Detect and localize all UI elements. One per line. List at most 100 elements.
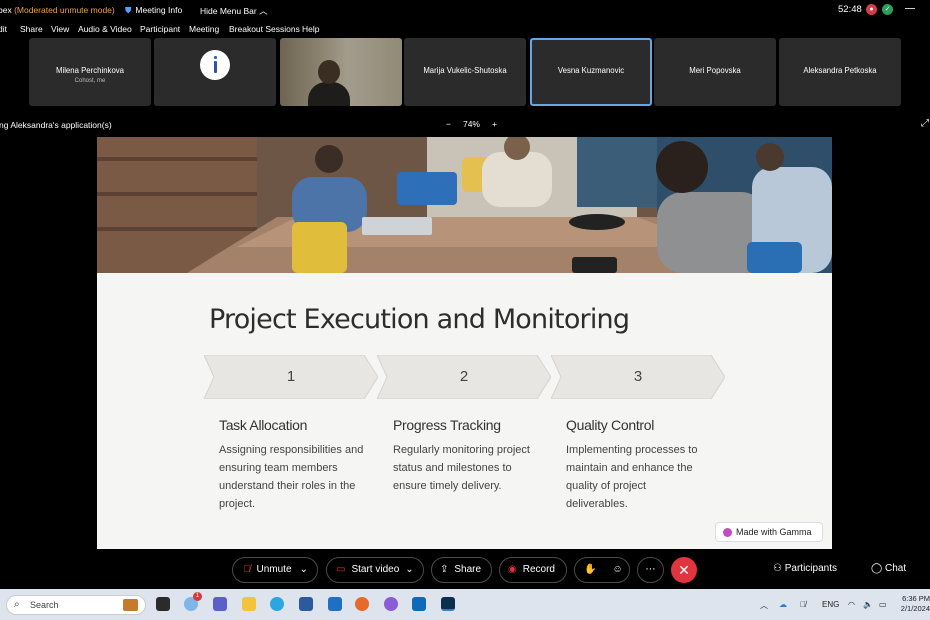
raise-hand-reactions-group: ✋ ☺ (574, 557, 630, 583)
participant-tile[interactable]: Aleksandra Petkoska (779, 38, 901, 106)
participant-role: Cohost, me (74, 78, 106, 84)
participant-tile[interactable]: Marija Vukelic-Shutoska (404, 38, 526, 106)
battery-icon[interactable]: ▭ (879, 600, 887, 609)
app-title: bex (Moderated unmute mode) (0, 5, 115, 15)
zoom-control: − 74% + (440, 119, 503, 129)
language-indicator[interactable]: ENG (822, 600, 839, 609)
mic-muted-tray-icon[interactable]: 🎙̸ (800, 600, 806, 609)
participant-tile[interactable]: Milena Perchinkova Cohost, me (29, 38, 151, 106)
mode-label: (Moderated unmute mode) (14, 5, 115, 15)
participant-video-head (318, 60, 340, 84)
zoom-level: 74% (462, 119, 480, 129)
share-status-bar: ng Aleksandra's application(s) − 74% + ⤢ (0, 118, 930, 132)
copilot-icon[interactable] (384, 597, 398, 611)
participant-tile-active-speaker[interactable]: Vesna Kuzmanovic (530, 38, 652, 106)
taskbar-search[interactable]: ⌕ Search (6, 595, 146, 615)
remote-desktop-icon[interactable] (412, 597, 426, 611)
chat-label: Chat (884, 563, 907, 574)
recording-status-icon[interactable]: ● (866, 4, 877, 15)
windows-taskbar: ⌕ Search 1 ︿ ☁ 🎙̸ ENG ◠ 🔈 ▭ 6:36 PM 2/1/20… (0, 589, 930, 620)
more-icon: ⋯ (645, 564, 656, 575)
video-off-icon: ▭ (336, 564, 346, 575)
made-with-gamma-badge[interactable]: Made with Gamma (715, 522, 823, 542)
step-description: Implementing processes to maintain and e… (566, 444, 698, 510)
search-icon: ⌕ (14, 599, 20, 610)
meeting-photo (97, 137, 832, 273)
menu-view[interactable]: View (51, 24, 69, 34)
zoom-out-button[interactable]: − (446, 119, 451, 129)
chevron-up-icon[interactable]: ︿ (760, 600, 768, 611)
step-description: Assigning responsibilities and ensuring … (219, 444, 364, 510)
briefcase-icon (123, 599, 138, 611)
record-icon: ◉ (508, 564, 517, 575)
participant-tile[interactable]: Meri Popovska (654, 38, 776, 106)
menu-share[interactable]: Share (20, 24, 43, 34)
menu-audio-video[interactable]: Audio & Video (78, 24, 132, 34)
meeting-timer: 52:48 (838, 4, 862, 15)
clock-date: 2/1/2024 (900, 604, 930, 613)
participants-icon: ⚇ (773, 563, 782, 574)
meeting-info-button[interactable]: ⛊ Meeting Info (125, 5, 182, 16)
unmute-button[interactable]: 🎙̸ Unmute ⌄ (232, 557, 318, 583)
step-title: Progress Tracking (393, 417, 501, 433)
volume-icon[interactable]: 🔈 (863, 600, 873, 609)
share-button[interactable]: ⇪ Share (431, 557, 492, 583)
step-chevron: 2 (377, 355, 551, 399)
participants-label: Participants (784, 563, 837, 574)
reactions-icon[interactable]: ☺ (612, 564, 622, 575)
onedrive-icon[interactable]: ☁ (779, 600, 787, 609)
store-icon[interactable] (299, 597, 313, 611)
hide-menu-bar-button[interactable]: Hide Menu Bar ︿ (200, 5, 268, 17)
chat-button[interactable]: ◯ Chat (871, 563, 906, 574)
gamma-logo-icon (723, 528, 732, 537)
raise-hand-icon[interactable]: ✋ (584, 564, 596, 575)
connection-status-icon[interactable]: ✓ (882, 4, 893, 15)
participant-video-tile[interactable] (280, 38, 402, 106)
zoom-in-button[interactable]: + (492, 119, 497, 129)
badge-label: Made with Gamma (736, 527, 812, 537)
menu-help[interactable]: Help (302, 24, 319, 34)
teams-chat-icon[interactable] (213, 597, 227, 611)
participant-name: Marija Vukelic-Shutoska (423, 66, 507, 75)
step-chevron: 3 (551, 355, 725, 399)
menu-participant[interactable]: Participant (140, 24, 180, 34)
menu-meeting[interactable]: Meeting (189, 24, 219, 34)
info-avatar-icon (200, 50, 230, 80)
participant-name: Milena Perchinkova (55, 66, 125, 75)
participant-name: Vesna Kuzmanovic (557, 66, 625, 75)
participant-tile[interactable] (154, 38, 276, 106)
notification-badge: 1 (193, 592, 202, 601)
participants-button[interactable]: ⚇ Participants (773, 563, 837, 574)
chevron-down-icon[interactable]: ⌄ (405, 564, 413, 575)
menu-edit[interactable]: dit (0, 24, 7, 34)
weather-widget-icon[interactable]: 1 (184, 592, 202, 611)
hangup-icon: ✕ (678, 562, 690, 578)
clock-time: 6:36 PM (902, 594, 930, 603)
chevron-down-icon[interactable]: ⌄ (300, 564, 308, 575)
webex-app-icon[interactable] (441, 597, 455, 611)
record-button[interactable]: ◉ Record (499, 557, 567, 583)
leave-meeting-button[interactable]: ✕ (671, 557, 697, 583)
system-clock[interactable]: 6:36 PM 2/1/2024 (900, 594, 930, 614)
more-options-button[interactable]: ⋯ (637, 557, 664, 583)
step-number: 1 (286, 368, 296, 385)
chat-icon: ◯ (871, 563, 883, 574)
expand-icon[interactable]: ⤢ (921, 118, 929, 129)
firefox-icon[interactable] (355, 597, 369, 611)
step-chevron: 1 (204, 355, 378, 399)
menu-breakout-sessions[interactable]: Breakout Sessions (229, 24, 300, 34)
step-description: Regularly monitoring project status and … (393, 444, 530, 492)
record-label: Record (522, 564, 555, 575)
outlook-icon[interactable] (328, 597, 342, 611)
unmute-label: Unmute (256, 564, 292, 575)
minimize-button[interactable] (905, 8, 915, 9)
step-number: 3 (633, 368, 643, 385)
task-view-icon[interactable] (156, 597, 170, 611)
file-explorer-icon[interactable] (242, 597, 256, 611)
edge-browser-icon[interactable] (270, 597, 284, 611)
search-placeholder: Search (30, 600, 59, 610)
start-video-button[interactable]: ▭ Start video ⌄ (326, 557, 424, 583)
step-number: 2 (459, 368, 469, 385)
wifi-icon[interactable]: ◠ (848, 600, 855, 609)
participant-name: Meri Popovska (689, 66, 741, 75)
